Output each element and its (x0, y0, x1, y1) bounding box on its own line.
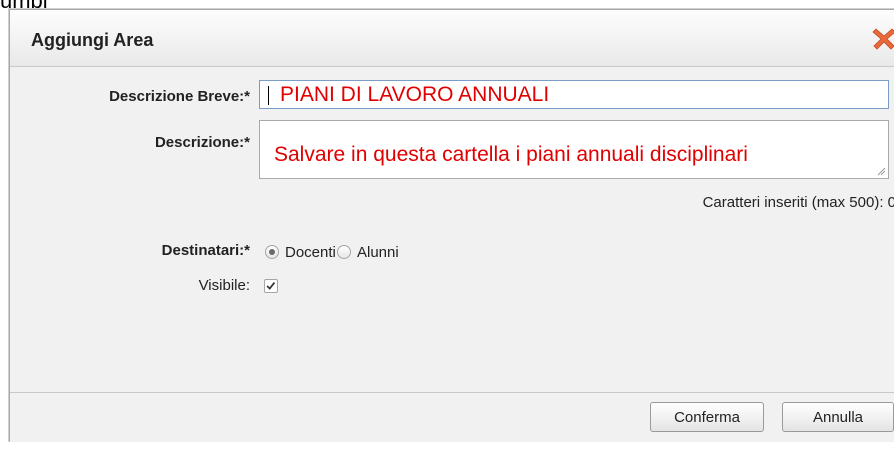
short-description-input[interactable]: PIANI DI LAVORO ANNUALI (259, 80, 889, 109)
description-label: Descrizione:* (154, 134, 250, 151)
recipients-label: Destinatari:* (161, 242, 250, 259)
dialog-titlebar: Aggiungi Area (10, 10, 894, 67)
add-area-dialog: Aggiungi Area Descrizione Breve:* PIANI … (9, 9, 894, 442)
short-description-label: Descrizione Breve:* (109, 88, 250, 105)
visible-checkbox[interactable] (264, 279, 278, 293)
dialog-body: Descrizione Breve:* PIANI DI LAVORO ANNU… (10, 68, 894, 392)
dialog-footer: Conferma Annulla (10, 392, 894, 442)
radio-alunni[interactable] (337, 245, 351, 259)
dialog-title: Aggiungi Area (31, 30, 154, 50)
visible-label: Visibile: (198, 277, 250, 294)
short-description-value: PIANI DI LAVORO ANNUALI (280, 83, 550, 106)
character-counter: Caratteri inseriti (max 500): 0 (702, 194, 894, 211)
radio-alunni-label[interactable]: Alunni (357, 244, 399, 261)
confirm-button[interactable]: Conferma (650, 402, 764, 432)
description-textarea[interactable]: Salvare in questa cartella i piani annua… (259, 120, 889, 179)
text-caret (268, 86, 269, 105)
close-icon[interactable] (870, 24, 894, 52)
cancel-button[interactable]: Annulla (782, 402, 894, 432)
description-value: Salvare in questa cartella i piani annua… (274, 143, 748, 166)
checkmark-icon (266, 282, 276, 290)
radio-docenti-label[interactable]: Docenti (285, 244, 336, 261)
radio-docenti[interactable] (265, 245, 279, 259)
resize-grip-icon[interactable] (877, 167, 886, 176)
